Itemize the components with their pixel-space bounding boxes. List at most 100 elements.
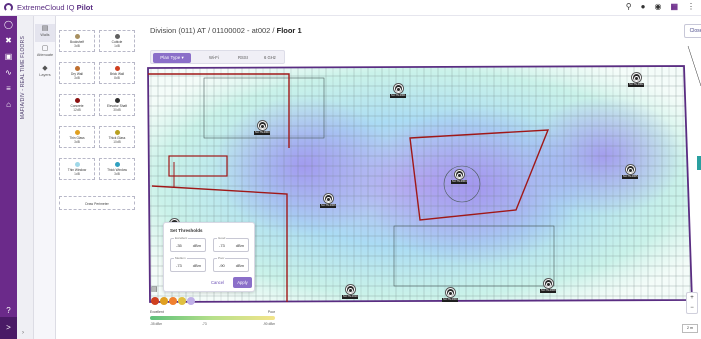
access-point-marker[interactable]: SU-TN-0010 [342, 285, 358, 299]
plan-type-label: Plan Type [160, 55, 181, 60]
devices-icon[interactable]: ▣ [3, 52, 14, 61]
wall-color-dot [114, 66, 120, 71]
close-button[interactable]: Close [684, 24, 701, 38]
user-icon[interactable]: ◉ [654, 2, 661, 11]
apps-icon[interactable]: ▦ [670, 2, 678, 11]
wall-type-db: 3dB [74, 44, 80, 48]
access-point-label: SU-TN-0010 [342, 295, 358, 299]
tools-icon[interactable]: ✖ [3, 36, 14, 45]
threshold-field-value: -73 [219, 243, 225, 248]
bell-icon[interactable]: ● [641, 2, 646, 11]
map-edge-line [687, 46, 701, 87]
access-point-marker[interactable]: SU-TN-0001 [390, 84, 406, 98]
access-point-marker[interactable]: SU-TN-0004 [451, 170, 467, 184]
swatch[interactable] [151, 297, 159, 305]
access-point-label: SU-TN-0005 [622, 175, 638, 179]
wall-type-elevator-shaft[interactable]: Elevator Shaft 30dB [99, 94, 135, 116]
access-point-label: SU-TN-0004 [451, 180, 467, 184]
apply-button[interactable]: Apply [233, 277, 252, 288]
access-point-label: SU-TN-0002 [628, 83, 644, 87]
wall-type-thin-window[interactable]: Thin Window 1dB [59, 158, 95, 180]
wall-type-concrete[interactable]: Concrete 12dB [59, 94, 95, 116]
threshold-field-label: Excellent [174, 236, 189, 240]
analytics-icon[interactable]: ∿ [3, 68, 14, 77]
wall-type-dry-wall[interactable]: Dry Wall 3dB [59, 62, 95, 84]
expand-rail-icon[interactable]: > [3, 323, 14, 332]
access-point-icon [393, 84, 403, 93]
threshold-field-label: Medium [174, 256, 187, 260]
access-point-marker[interactable]: SU-TN-0006 [320, 194, 336, 208]
brand-prefix: ExtremeCloud IQ [17, 3, 77, 12]
tool-layers[interactable]: ◆ Layers [35, 64, 55, 82]
threshold-good-field[interactable]: Good -73 dBm [213, 236, 249, 252]
search-icon[interactable]: ⚲ [626, 2, 632, 11]
wall-type-bookshelf[interactable]: Bookshelf 3dB [59, 30, 95, 52]
brand-suffix: Pilot [76, 3, 93, 12]
access-point-label: SU-TN-0001 [390, 94, 406, 98]
access-point-marker[interactable]: SU-TN-0002 [628, 73, 644, 87]
help-icon[interactable]: ? [3, 306, 14, 315]
draw-perimeter-button[interactable]: Draw Perimeter [59, 196, 135, 210]
swatch[interactable] [178, 297, 186, 305]
zoom-controls: + − [686, 292, 698, 314]
layers-toggle-icon[interactable]: ▤ [151, 285, 158, 293]
tool-column: ▤ Walls ▢ Attenuate ◆ Layers [34, 16, 56, 339]
list-icon[interactable]: ≡ [3, 84, 14, 93]
breadcrumb-path[interactable]: Division (011) AT / 01100002 - at002 / [150, 26, 277, 35]
wall-type-brick-wall[interactable]: Brick Wall 8dB [99, 62, 135, 84]
legend-tick: -35 dBm [150, 322, 163, 326]
view-option-wifi[interactable]: Wi-Fi [209, 53, 219, 63]
dashboard-icon[interactable]: ◯ [3, 20, 14, 29]
access-point-icon [454, 170, 464, 179]
zoom-in-button[interactable]: + [687, 293, 697, 303]
more-icon[interactable]: ⋮ [687, 2, 695, 11]
collapse-chevron-icon[interactable]: › [22, 330, 24, 336]
locations-icon[interactable]: ⌂ [3, 100, 14, 109]
signal-legend: Excellent Poor -35 dBm -73 -90 dBm [150, 310, 275, 328]
wall-type-db: 1dB [74, 172, 80, 176]
swatch[interactable] [160, 297, 168, 305]
cancel-button[interactable]: Cancel [211, 280, 224, 285]
wall-color-dot [114, 98, 120, 103]
zoom-out-button[interactable]: − [687, 303, 697, 313]
wall-type-db: 12dB [73, 108, 81, 112]
threshold-medium-field[interactable]: Medium -73 dBm [170, 256, 206, 272]
walls-icon: ▤ [41, 25, 49, 32]
access-point-marker[interactable]: SU-TN-0009 [442, 288, 458, 302]
wall-color-dot [74, 162, 80, 167]
access-point-label: SU-TN-0009 [442, 298, 458, 302]
view-option-rssi[interactable]: RSSI [238, 53, 248, 63]
extreme-logo-icon[interactable] [4, 3, 13, 12]
top-icons: ⚲ ● ◉ ▦ ⋮ [626, 2, 695, 11]
wall-type-db: 3dB [74, 140, 80, 144]
wall-color-dot [114, 34, 120, 39]
access-point-marker[interactable]: SU-TN-0005 [622, 165, 638, 179]
tool-attenuate[interactable]: ▢ Attenuate [35, 44, 55, 62]
swatch[interactable] [187, 297, 195, 305]
swatch[interactable] [169, 297, 177, 305]
view-option-6ghz[interactable]: 6 GHz [264, 53, 276, 63]
wall-type-db: 1dB [114, 44, 120, 48]
access-point-marker[interactable]: SU-TN-0008 [540, 279, 556, 293]
legend-excellent-label: Excellent [150, 310, 164, 314]
wall-type-cubicle[interactable]: Cubicle 1dB [99, 30, 135, 52]
map-edge-marker [697, 156, 701, 170]
threshold-excellent-field[interactable]: Excellent -35 dBm [170, 236, 206, 252]
wall-type-db: 10dB [113, 140, 121, 144]
plan-type-dropdown[interactable]: Plan Type ▾ [153, 53, 191, 63]
layers-tool-icon: ◆ [42, 65, 48, 72]
access-point-marker[interactable]: SU-TN-0003 [254, 121, 270, 135]
tool-walls[interactable]: ▤ Walls [35, 24, 55, 42]
set-thresholds-panel: Set Thresholds Excellent -35 dBm Good -7… [163, 222, 255, 292]
app-root: ExtremeCloud IQ Pilot ⚲ ● ◉ ▦ ⋮ ◯ ✖ ▣ ∿ … [0, 0, 701, 339]
access-point-label: SU-TN-0008 [540, 289, 556, 293]
wall-type-thick-window[interactable]: Thick Window 3dB [99, 158, 135, 180]
wall-type-db: 30dB [113, 108, 121, 112]
vertical-tab-label[interactable]: MAFIA/DIV - REAL TIME FLOORS [20, 36, 26, 119]
wall-color-dot [114, 130, 120, 135]
attenuate-icon: ▢ [41, 45, 49, 52]
threshold-field-unit: dBm [192, 263, 201, 268]
threshold-poor-field[interactable]: Poor -90 dBm [213, 256, 249, 272]
wall-type-thick-glass[interactable]: Thick Glass 10dB [99, 126, 135, 148]
wall-type-thin-glass[interactable]: Thin Glass 3dB [59, 126, 95, 148]
